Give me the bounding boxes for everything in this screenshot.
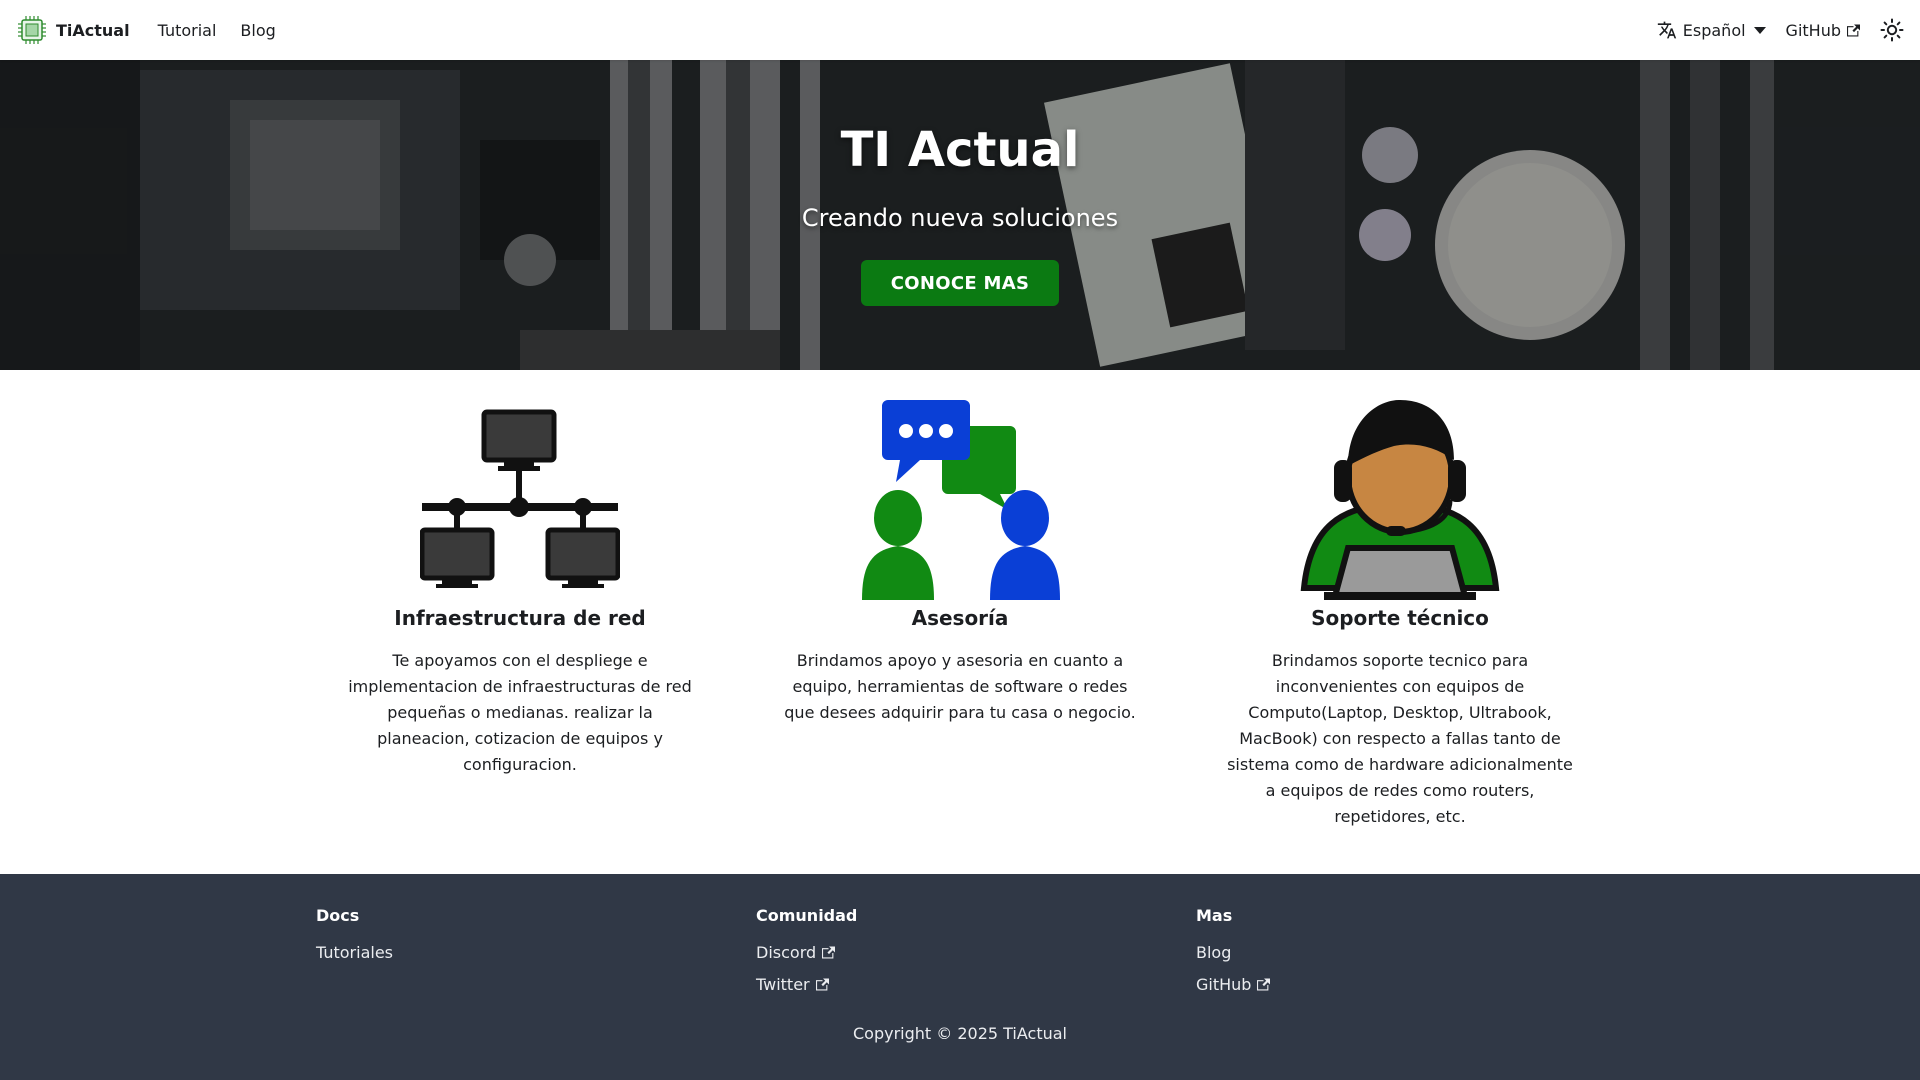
feature-text: Te apoyamos con el despliege e implement… — [348, 651, 692, 774]
sun-icon[interactable] — [1880, 18, 1904, 42]
language-dropdown[interactable]: Español — [1657, 20, 1766, 40]
footer-link-label: Twitter — [756, 974, 810, 994]
external-link-icon — [1257, 978, 1271, 990]
nav-link-blog[interactable]: Blog — [240, 21, 275, 40]
footer-link-label: Discord — [756, 942, 817, 962]
caret-down-icon — [1753, 26, 1766, 34]
footer-link-tutoriales[interactable]: Tutoriales — [316, 941, 393, 963]
footer-column-mas: Mas Blog GitHub — [1196, 906, 1271, 1005]
footer-column-docs: Docs Tutoriales — [316, 906, 393, 973]
hero-subtitle: Creando nueva soluciones — [801, 204, 1119, 232]
external-link-icon — [1847, 24, 1860, 36]
translate-icon — [1657, 21, 1676, 39]
feature-consulting: Asesoría Brindamos apoyo y asesoria en c… — [770, 400, 1150, 726]
footer-link-twitter[interactable]: Twitter — [756, 973, 857, 995]
footer-column-title: Docs — [316, 906, 360, 925]
support-agent-icon — [1300, 400, 1500, 600]
language-label: Español — [1682, 20, 1746, 40]
nav-right: Español GitHub — [1657, 18, 1904, 42]
conoce-mas-button[interactable]: CONOCE MAS — [861, 260, 1059, 306]
feature-title: Asesoría — [911, 606, 1009, 630]
footer-column-title: Mas — [1196, 906, 1233, 925]
footer-column-comunidad: Comunidad Discord Twitter — [756, 906, 857, 1005]
footer-link-github[interactable]: GitHub — [1196, 973, 1271, 995]
github-link[interactable]: GitHub — [1786, 21, 1860, 40]
brand-title: TiActual — [56, 20, 130, 40]
footer-link-discord[interactable]: Discord — [756, 941, 857, 963]
footer-link-label: Tutoriales — [316, 942, 393, 962]
consulting-chat-icon — [862, 400, 1060, 600]
network-infrastructure-icon — [420, 409, 620, 588]
copyright-text: Copyright © 2025 TiActual — [852, 1024, 1067, 1043]
navbar: TiActual Tutorial Blog Español GitHub — [0, 0, 1920, 60]
feature-title: Soporte técnico — [1311, 606, 1489, 630]
footer: Docs Tutoriales Comunidad Discord Twitte… — [0, 874, 1920, 1080]
external-link-icon — [815, 978, 829, 990]
nav-link-tutorial[interactable]: Tutorial — [158, 21, 217, 40]
feature-title: Infraestructura de red — [394, 606, 646, 630]
feature-text: Brindamos apoyo y asesoria en cuanto a e… — [784, 651, 1136, 722]
hero-title: TI Actual — [840, 122, 1080, 178]
footer-link-label: Blog — [1196, 942, 1232, 962]
feature-text: Brindamos soporte tecnico para inconveni… — [1227, 651, 1573, 826]
footer-column-title: Comunidad — [756, 906, 858, 925]
brand-link[interactable]: TiActual — [16, 14, 130, 46]
feature-network: Infraestructura de red Te apoyamos con e… — [330, 400, 710, 778]
hero-banner: TI Actual Creando nueva soluciones CONOC… — [0, 60, 1920, 370]
external-link-icon — [822, 946, 836, 958]
footer-link-label: GitHub — [1196, 974, 1252, 994]
footer-link-blog[interactable]: Blog — [1196, 941, 1270, 963]
feature-support: Soporte técnico Brindamos soporte tecnic… — [1210, 400, 1590, 830]
features-section: Infraestructura de red Te apoyamos con e… — [0, 370, 1920, 874]
chip-logo-icon — [18, 16, 46, 44]
hero-content: TI Actual Creando nueva soluciones CONOC… — [0, 60, 1920, 370]
github-label: GitHub — [1785, 20, 1841, 40]
